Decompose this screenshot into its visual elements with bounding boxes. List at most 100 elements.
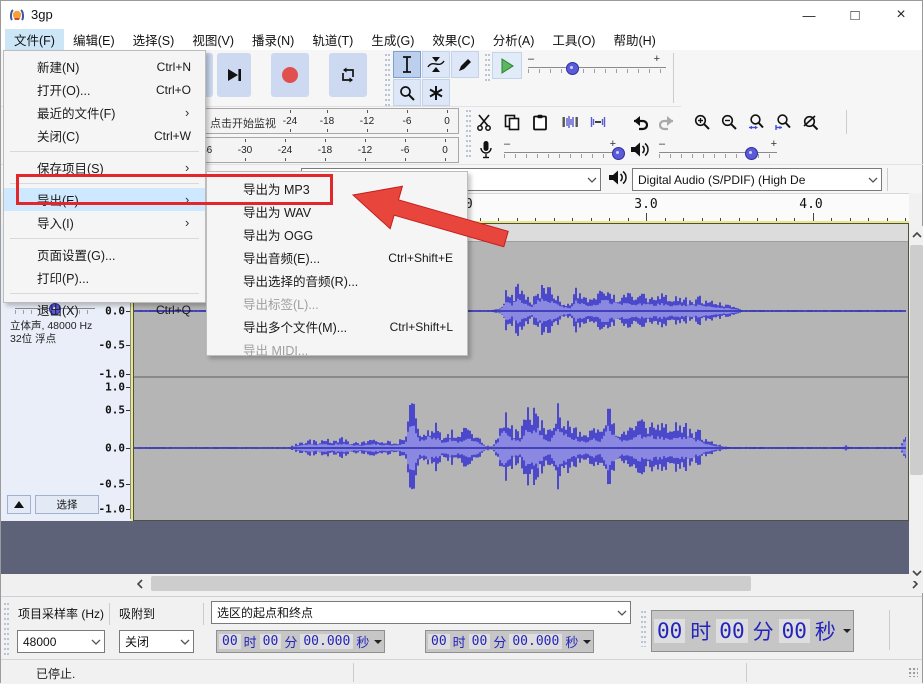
- field-dropdown-icon[interactable]: [374, 639, 383, 648]
- selection-start-unit[interactable]: 时: [243, 632, 258, 651]
- audio-position-digits[interactable]: 00: [716, 619, 748, 643]
- paste-button[interactable]: [527, 109, 553, 135]
- toolbar-grip[interactable]: [385, 54, 390, 106]
- skip-to-end-button[interactable]: [217, 53, 251, 97]
- snap-to-select[interactable]: 关闭: [119, 630, 194, 653]
- collapse-track-button[interactable]: [7, 495, 31, 514]
- toolbar-grip[interactable]: [485, 54, 490, 82]
- zoom-in-button[interactable]: [689, 109, 715, 135]
- scroll-left-button[interactable]: [131, 574, 149, 593]
- menubar-item-10[interactable]: 工具(O): [543, 29, 604, 50]
- audio-position-digits[interactable]: 00: [778, 619, 810, 643]
- selection-start-digits[interactable]: 00.000: [300, 634, 354, 649]
- export-submenu-item-8[interactable]: 导出 MIDI...: [207, 338, 467, 361]
- selection-end-unit[interactable]: 分: [492, 632, 507, 651]
- copy-button[interactable]: [499, 109, 525, 135]
- audio-position-unit[interactable]: 秒: [814, 616, 837, 646]
- selection-tool-button[interactable]: [393, 51, 421, 78]
- horizontal-scroll-thumb[interactable]: [151, 576, 751, 591]
- selection-end-digits[interactable]: 00: [428, 634, 450, 649]
- export-submenu-item-6[interactable]: 导出标签(L)...: [207, 292, 467, 315]
- undo-button[interactable]: [626, 109, 652, 135]
- file-menu-item-3[interactable]: 最近的文件(F) ›: [4, 101, 205, 124]
- toolbar-grip[interactable]: [641, 611, 646, 647]
- maximize-button[interactable]: □: [833, 1, 877, 29]
- file-menu-item-8[interactable]: 导出(E) ›: [4, 188, 205, 211]
- menubar-item-1[interactable]: 文件(F): [5, 29, 64, 50]
- file-menu-item-9[interactable]: 导入(I) ›: [4, 211, 205, 234]
- vertical-scrollbar[interactable]: [909, 226, 923, 581]
- export-submenu-item-3[interactable]: 导出为 OGG: [207, 223, 467, 246]
- playback-volume-thumb[interactable]: [745, 147, 758, 160]
- playback-device-select[interactable]: Digital Audio (S/PDIF) (High De: [632, 168, 882, 191]
- track-select-button[interactable]: 选择: [35, 495, 99, 514]
- fit-project-button[interactable]: [770, 109, 796, 135]
- menubar-item-5[interactable]: 播录(N): [243, 29, 303, 50]
- play-at-speed-button[interactable]: [492, 52, 522, 79]
- file-menu-item-2[interactable]: 打开(O)... Ctrl+O: [4, 78, 205, 101]
- cut-button[interactable]: [471, 109, 497, 135]
- file-menu-item-14[interactable]: 退出(X) Ctrl+Q: [4, 298, 205, 321]
- zoom-toggle-button[interactable]: [797, 109, 823, 135]
- project-rate-select[interactable]: 48000: [17, 630, 105, 653]
- trim-audio-button[interactable]: [557, 109, 583, 135]
- draw-tool-button[interactable]: [451, 51, 479, 78]
- fit-selection-button[interactable]: [743, 109, 769, 135]
- selection-end-digits[interactable]: 00.000: [509, 634, 563, 649]
- field-dropdown-icon[interactable]: [583, 639, 592, 648]
- menubar-item-8[interactable]: 效果(C): [423, 29, 483, 50]
- selection-end-field[interactable]: 00 时 00 分 00.000 秒: [425, 630, 595, 653]
- audio-position-unit[interactable]: 分: [752, 616, 775, 646]
- multi-tool-button[interactable]: [422, 79, 450, 106]
- menubar-item-6[interactable]: 轨道(T): [303, 29, 362, 50]
- selection-start-digits[interactable]: 00: [259, 634, 282, 649]
- menubar-item-7[interactable]: 生成(G): [362, 29, 423, 50]
- selection-end-unit[interactable]: 时: [452, 632, 467, 651]
- selection-start-unit[interactable]: 分: [283, 632, 298, 651]
- playback-volume-slider[interactable]: – +: [659, 138, 777, 161]
- file-menu-item-6[interactable]: 保存项目(S) ›: [4, 156, 205, 179]
- zoom-out-button[interactable]: [716, 109, 742, 135]
- redo-button[interactable]: [654, 109, 680, 135]
- file-menu-item-11[interactable]: 页面设置(G)...: [4, 243, 205, 266]
- scroll-up-button[interactable]: [909, 226, 923, 243]
- menubar-item-3[interactable]: 选择(S): [124, 29, 184, 50]
- recording-volume-thumb[interactable]: [612, 147, 625, 160]
- minimize-button[interactable]: —: [787, 1, 831, 29]
- play-speed-slider-thumb[interactable]: [566, 62, 579, 75]
- selection-mode-select[interactable]: 选区的起点和终点: [211, 601, 631, 624]
- menubar-item-9[interactable]: 分析(A): [484, 29, 544, 50]
- file-menu-item-4[interactable]: 关闭(C) Ctrl+W: [4, 124, 205, 147]
- toolbar-grip[interactable]: [4, 603, 9, 655]
- file-menu-item-1[interactable]: 新建(N) Ctrl+N: [4, 55, 205, 78]
- menubar-item-2[interactable]: 编辑(E): [64, 29, 124, 50]
- selection-start-digits[interactable]: 00: [219, 634, 241, 649]
- audio-position-unit[interactable]: 时: [689, 616, 712, 646]
- audio-position-field[interactable]: 00 时 00 分 00 秒: [651, 610, 854, 652]
- zoom-tool-button[interactable]: [393, 79, 421, 106]
- export-submenu-item-1[interactable]: 导出为 MP3: [207, 177, 467, 200]
- scroll-down-button[interactable]: [909, 564, 923, 581]
- loop-button[interactable]: [329, 53, 367, 97]
- menubar-item-11[interactable]: 帮助(H): [604, 29, 664, 50]
- field-dropdown-icon[interactable]: [842, 629, 851, 637]
- selection-end-digits[interactable]: 00: [468, 634, 491, 649]
- menubar-item-4[interactable]: 视图(V): [183, 29, 243, 50]
- audio-position-digits[interactable]: 00: [654, 619, 686, 643]
- meter-monitor-label[interactable]: 点击开始监视: [207, 115, 279, 131]
- horizontal-scrollbar[interactable]: [1, 574, 923, 593]
- selection-start-unit[interactable]: 秒: [355, 632, 370, 651]
- play-speed-slider[interactable]: – +: [528, 53, 666, 76]
- silence-audio-button[interactable]: [585, 109, 611, 135]
- export-submenu-item-7[interactable]: 导出多个文件(M)... Ctrl+Shift+L: [207, 315, 467, 338]
- export-submenu-item-4[interactable]: 导出音频(E)... Ctrl+Shift+E: [207, 246, 467, 269]
- export-submenu-item-2[interactable]: 导出为 WAV: [207, 200, 467, 223]
- selection-start-field[interactable]: 00 时 00 分 00.000 秒: [216, 630, 386, 653]
- close-button[interactable]: ×: [879, 1, 923, 29]
- recording-volume-slider[interactable]: – +: [504, 138, 625, 161]
- resize-grip[interactable]: [909, 668, 918, 677]
- selection-end-unit[interactable]: 秒: [564, 632, 579, 651]
- record-button[interactable]: [271, 53, 309, 97]
- envelope-tool-button[interactable]: [422, 51, 450, 78]
- file-menu-item-12[interactable]: 打印(P)...: [4, 266, 205, 289]
